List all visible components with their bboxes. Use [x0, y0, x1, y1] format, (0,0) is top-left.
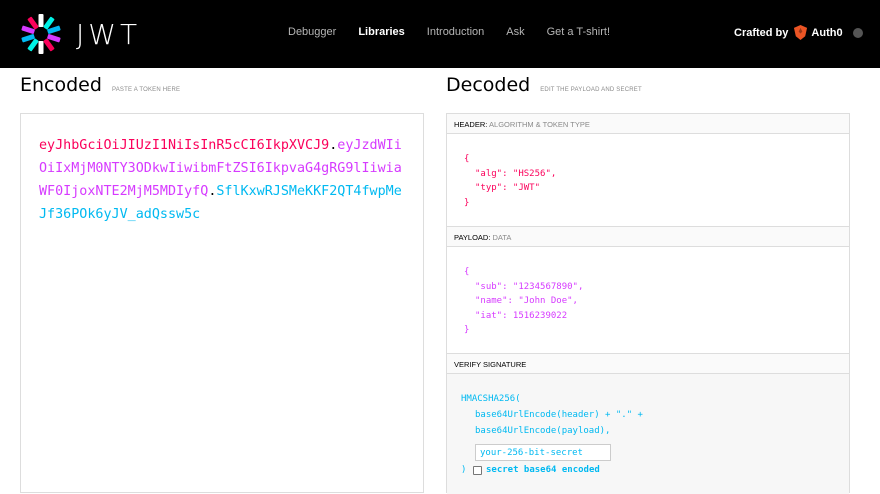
nav-get-tshirt[interactable]: Get a T-shirt! [547, 26, 610, 38]
decoded-subtitle: EDIT THE PAYLOAD AND SECRET [540, 87, 642, 93]
json-brace: } [464, 197, 470, 208]
hmac-close-paren: ) [461, 465, 467, 475]
encoded-subtitle: PASTE A TOKEN HERE [111, 87, 181, 93]
nav-introduction[interactable]: Introduction [427, 26, 484, 38]
secret-base64-checkbox[interactable] [473, 466, 482, 475]
header-section-label: HEADER: [454, 120, 488, 129]
auth0-shield-icon [794, 25, 808, 40]
verify-section-label: VERIFY SIGNATURE [454, 360, 527, 369]
json-line: "iat": 1516239022 [475, 310, 568, 321]
encoded-heading: Encoded PASTE A TOKEN HERE [20, 74, 180, 96]
encoded-token-editor[interactable]: eyJhbGciOiJIUzI1NiIsInR5cCI6IkpXVCJ9.eyJ… [20, 113, 424, 493]
verify-section-heading: VERIFY SIGNATURE [447, 354, 849, 374]
decoded-title: Decoded [446, 74, 531, 96]
payload-json-editor[interactable]: { "sub": "1234567890", "name": "John Doe… [464, 265, 844, 338]
payload-section-heading: PAYLOAD: DATA [447, 227, 849, 247]
decoded-heading: Decoded EDIT THE PAYLOAD AND SECRET [446, 74, 642, 96]
json-brace: { [464, 154, 470, 164]
json-line: "typ": "JWT" [475, 183, 541, 193]
decoded-panel: HEADER: ALGORITHM & TOKEN TYPE { "alg": … [446, 113, 850, 494]
crafted-by-auth0[interactable]: Crafted by Auth0 [734, 25, 863, 40]
header-section-heading: HEADER: ALGORITHM & TOKEN TYPE [447, 114, 849, 134]
json-line: "sub": "1234567890", [475, 281, 584, 292]
json-line: "name": "John Doe", [475, 296, 578, 306]
top-navbar: JWT Debugger Libraries Introduction Ask … [0, 0, 880, 68]
main-nav: Debugger Libraries Introduction Ask Get … [288, 26, 632, 38]
json-line: "alg": "HS256", [475, 168, 557, 179]
encoded-token-text[interactable]: eyJhbGciOiJIUzI1NiIsInR5cCI6IkpXVCJ9.eyJ… [39, 134, 409, 226]
header-json-editor[interactable]: { "alg": "HS256", "typ": "JWT" } [464, 152, 844, 210]
header-section-muted: ALGORITHM & TOKEN TYPE [489, 120, 590, 129]
auth0-name: Auth0 [811, 26, 843, 39]
hmac-header-arg: base64UrlEncode(header) + "." + [475, 410, 643, 420]
secret-input[interactable] [475, 444, 611, 461]
payload-section-muted: DATA [492, 233, 512, 242]
hmac-function: HMACSHA256( [461, 394, 521, 404]
nav-ask[interactable]: Ask [506, 26, 524, 38]
encoded-title: Encoded [20, 74, 102, 96]
info-icon[interactable] [852, 27, 863, 38]
secret-base64-label[interactable]: secret base64 encoded [486, 465, 600, 475]
json-brace: { [464, 267, 470, 277]
jwt-wordmark[interactable]: JWT [76, 18, 141, 51]
nav-debugger[interactable]: Debugger [288, 26, 336, 38]
jwt-logo-icon[interactable] [20, 13, 62, 55]
token-header-part: eyJhbGciOiJIUzI1NiIsInR5cCI6IkpXVCJ9 [39, 138, 330, 153]
hmac-payload-arg: base64UrlEncode(payload), [475, 426, 611, 436]
crafted-by-label: Crafted by [734, 26, 789, 39]
payload-section-label: PAYLOAD: [454, 233, 491, 242]
json-brace: } [464, 325, 470, 335]
nav-libraries[interactable]: Libraries [358, 26, 404, 38]
